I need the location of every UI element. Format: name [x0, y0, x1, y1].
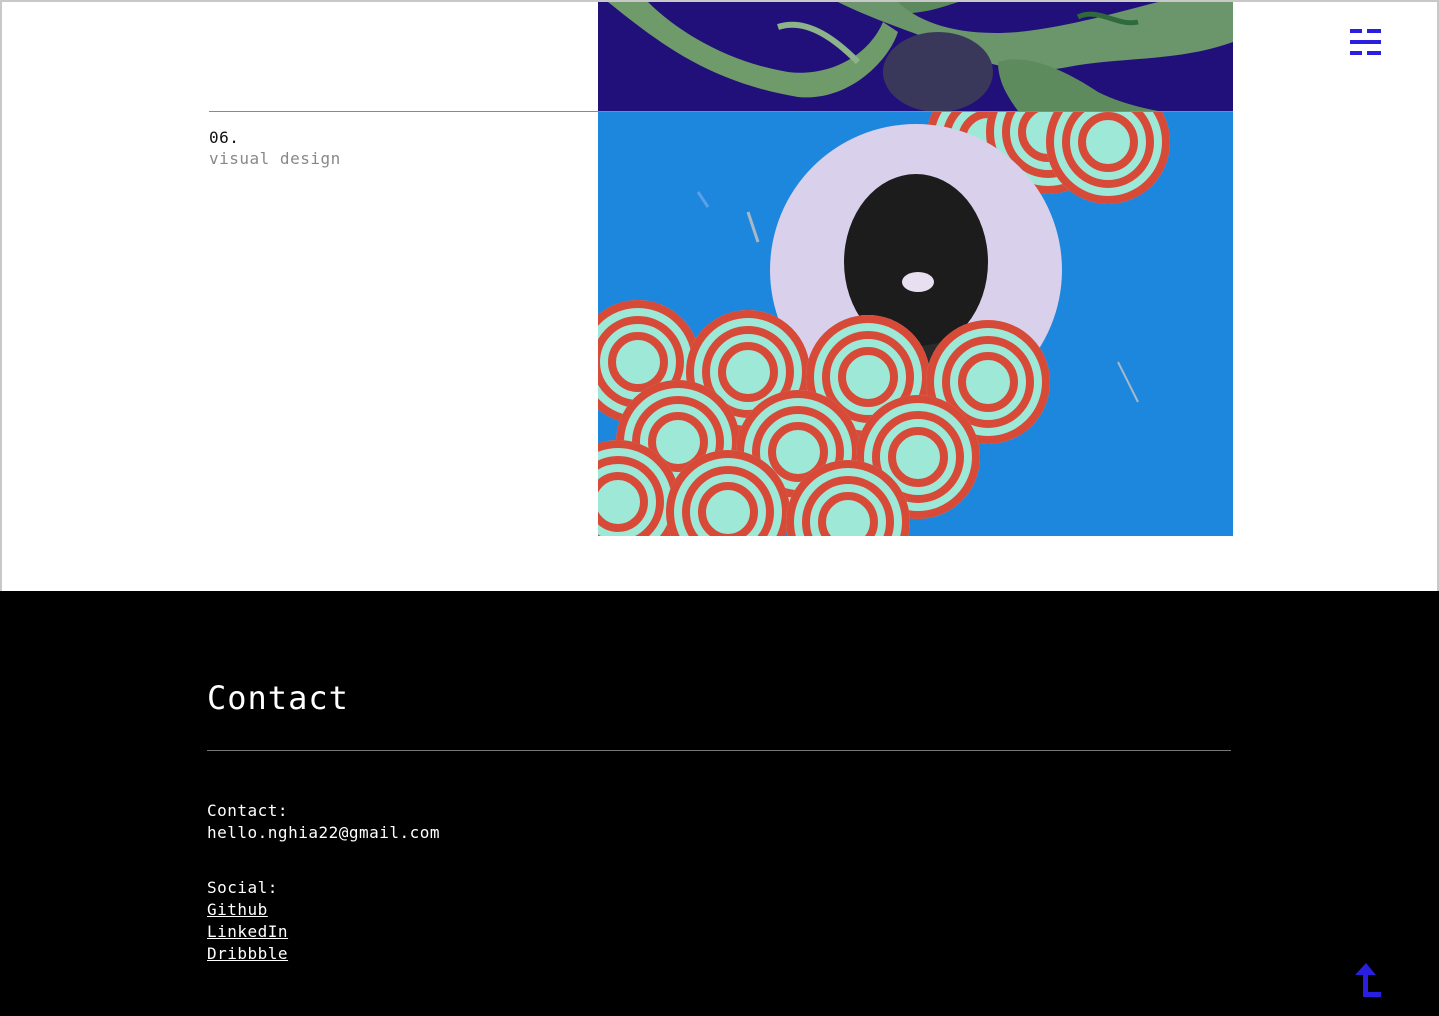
linkedin-link[interactable]: LinkedIn [207, 921, 288, 943]
social-label: Social: [207, 878, 278, 897]
arrow-up-icon [1355, 963, 1381, 997]
project-image[interactable] [598, 112, 1233, 536]
github-link[interactable]: Github [207, 899, 268, 921]
contact-email[interactable]: hello.nghia22@gmail.com [207, 822, 440, 844]
project-number: 06. [209, 128, 240, 147]
contact-footer: Contact Contact: hello.nghia22@gmail.com… [0, 591, 1439, 1016]
contact-label: Contact: [207, 801, 289, 820]
previous-project-image[interactable] [598, 2, 1233, 111]
work-section: 06. visual design [0, 0, 1439, 591]
project-title: visual design [209, 149, 341, 168]
menu-icon [1350, 29, 1381, 55]
contact-heading: Contact [207, 679, 349, 717]
dribbble-link[interactable]: Dribbble [207, 943, 288, 965]
back-to-top-button[interactable] [1349, 961, 1383, 999]
footer-divider [207, 750, 1231, 751]
menu-button[interactable] [1350, 29, 1381, 56]
